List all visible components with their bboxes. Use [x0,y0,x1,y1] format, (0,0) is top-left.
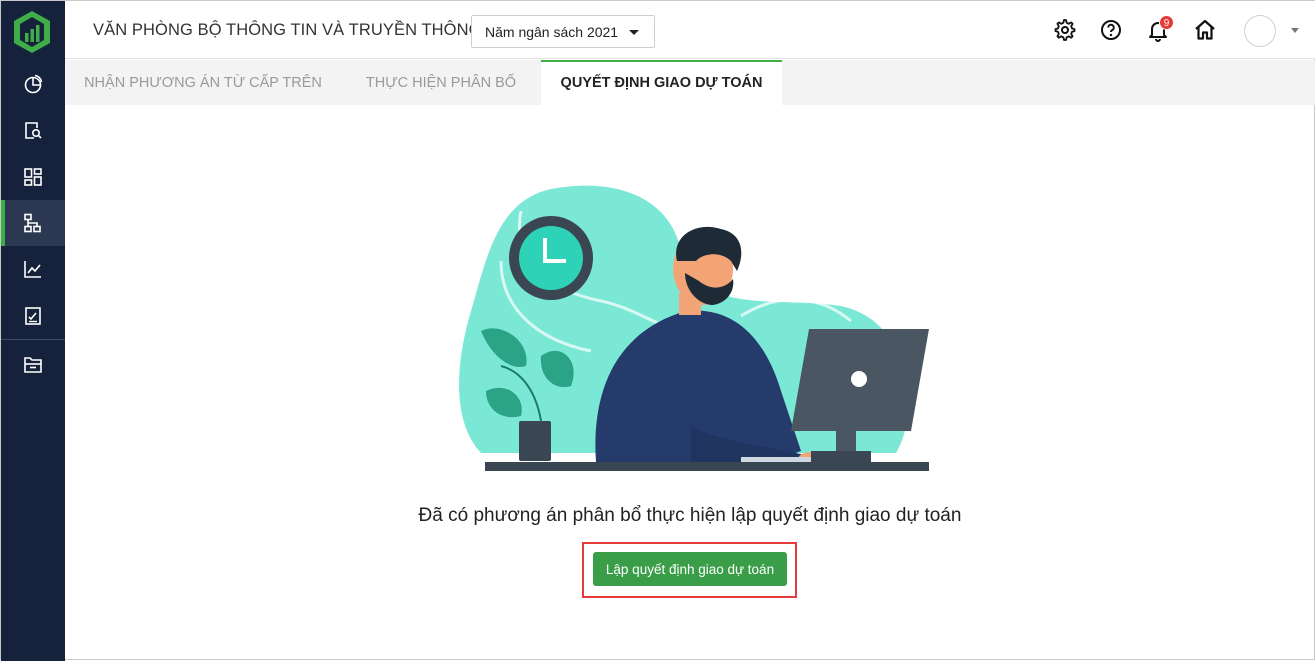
sidebar-item-overview[interactable] [1,61,65,107]
help-icon[interactable] [1099,18,1123,42]
dashboard-grid-icon [24,168,42,186]
home-icon[interactable] [1193,18,1217,42]
tab-bar: NHẬN PHƯƠNG ÁN TỪ CẤP TRÊN THỰC HIỆN PHÂ… [65,60,1315,105]
budget-year-value: Năm ngân sách 2021 [485,23,619,40]
top-header: VĂN PHÒNG BỘ THÔNG TIN VÀ TRUYỀN THÔNG N… [65,1,1315,59]
sidebar-item-archive[interactable] [1,342,65,388]
empty-state-illustration [459,185,929,471]
archive-icon [24,357,42,373]
hierarchy-icon [24,213,41,233]
sidebar-item-allocation[interactable] [1,200,65,246]
tab-budget-decision[interactable]: QUYẾT ĐỊNH GIAO DỰ TOÁN [541,60,782,105]
tab-perform-allocation[interactable]: THỰC HIỆN PHÂN BỔ [341,60,541,105]
report-icon [25,307,41,325]
tab-receive-plan[interactable]: NHẬN PHƯƠNG ÁN TỪ CẤP TRÊN [65,60,341,105]
sidebar-item-analytics[interactable] [1,246,65,292]
gear-icon[interactable] [1053,18,1077,42]
sidebar-item-reports[interactable] [1,293,65,339]
sidebar [1,1,65,661]
chevron-down-icon [629,30,639,35]
document-search-icon [25,122,42,139]
app-logo-icon[interactable] [11,9,53,55]
account-menu-chevron-icon[interactable] [1291,28,1299,33]
create-budget-decision-button[interactable]: Lập quyết định giao dự toán [593,552,787,586]
notification-count-badge: 9 [1159,15,1174,30]
line-chart-icon [24,261,41,278]
sidebar-divider [1,339,65,340]
sidebar-item-dashboard[interactable] [1,154,65,200]
avatar[interactable] [1244,15,1276,47]
app-window: VĂN PHÒNG BỘ THÔNG TIN VÀ TRUYỀN THÔNG N… [0,0,1315,661]
organization-title: VĂN PHÒNG BỘ THÔNG TIN VÀ TRUYỀN THÔNG [93,21,482,39]
empty-state-message: Đã có phương án phân bổ thực hiện lập qu… [418,505,962,526]
sidebar-item-search[interactable] [1,108,65,154]
pie-chart-icon [24,74,43,94]
budget-year-select[interactable]: Năm ngân sách 2021 [471,15,655,48]
